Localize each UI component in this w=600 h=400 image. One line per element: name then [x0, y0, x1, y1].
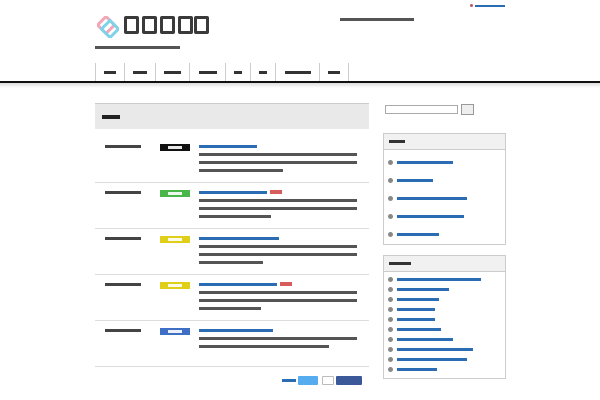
- widget-link[interactable]: [388, 306, 506, 314]
- news-excerpt: [199, 261, 263, 264]
- news-title-link[interactable]: [199, 237, 279, 240]
- widget-link[interactable]: [388, 326, 506, 334]
- news-title-link[interactable]: [199, 283, 277, 286]
- widget-link[interactable]: [388, 296, 506, 304]
- news-excerpt: [199, 207, 357, 210]
- news-excerpt: [199, 291, 357, 294]
- widget-link[interactable]: [388, 231, 506, 239]
- widget-link[interactable]: [388, 346, 506, 354]
- widget-link[interactable]: [388, 177, 506, 185]
- category-badge[interactable]: [160, 282, 190, 289]
- header-note: [340, 18, 414, 21]
- news-date: [105, 329, 141, 332]
- sidebar-widget: [383, 255, 506, 379]
- nav-item[interactable]: [276, 63, 320, 81]
- news-excerpt: [199, 199, 357, 202]
- nav-item[interactable]: [156, 63, 190, 81]
- category-badge[interactable]: [160, 236, 190, 243]
- widget-link[interactable]: [388, 366, 506, 374]
- nav-shadow: [0, 83, 600, 88]
- news-item: [95, 321, 369, 367]
- news-date: [105, 283, 141, 286]
- widget-link[interactable]: [388, 356, 506, 364]
- top-right-link[interactable]: [470, 2, 508, 10]
- logo-icon: [97, 16, 119, 38]
- news-item: [95, 137, 369, 183]
- category-badge[interactable]: [160, 328, 190, 335]
- section-heading-panel: [95, 103, 369, 129]
- site-logo-text[interactable]: [124, 16, 209, 35]
- global-nav: [95, 63, 349, 81]
- nav-item[interactable]: [96, 63, 125, 81]
- nav-item[interactable]: [125, 63, 156, 81]
- widget-heading: [384, 134, 505, 150]
- facebook-like-button[interactable]: [336, 376, 362, 385]
- news-excerpt: [199, 245, 357, 248]
- news-excerpt: [199, 161, 357, 164]
- widget-link[interactable]: [388, 316, 506, 324]
- nav-item[interactable]: [226, 63, 251, 81]
- news-date: [105, 191, 141, 194]
- news-title-link[interactable]: [199, 329, 273, 332]
- sidebar-widget: [383, 133, 506, 245]
- search-button[interactable]: [461, 104, 474, 115]
- widget-link[interactable]: [388, 195, 506, 203]
- nav-item[interactable]: [190, 63, 226, 81]
- bullet-icon: [470, 4, 473, 7]
- widget-link[interactable]: [388, 276, 506, 284]
- news-excerpt: [199, 215, 271, 218]
- widget-link[interactable]: [388, 213, 506, 221]
- twitter-share-button[interactable]: [298, 376, 318, 385]
- news-excerpt: [199, 253, 357, 256]
- news-excerpt: [199, 337, 357, 340]
- widget-heading: [384, 256, 505, 272]
- news-title-link[interactable]: [199, 145, 257, 148]
- news-item: [95, 183, 369, 229]
- news-excerpt: [199, 299, 357, 302]
- widget-link[interactable]: [388, 286, 506, 294]
- news-item: [95, 229, 369, 275]
- widget-link[interactable]: [388, 336, 506, 344]
- news-excerpt: [199, 169, 283, 172]
- news-title-link[interactable]: [199, 191, 267, 194]
- nav-item[interactable]: [320, 63, 349, 81]
- news-date: [105, 237, 141, 240]
- nav-item[interactable]: [251, 63, 276, 81]
- share-label: [282, 379, 296, 382]
- new-badge: [280, 282, 292, 286]
- search-input[interactable]: [385, 105, 458, 114]
- category-badge[interactable]: [160, 144, 190, 151]
- google-plus-share-button[interactable]: [322, 376, 334, 385]
- news-item: [95, 275, 369, 321]
- news-excerpt: [199, 307, 261, 310]
- new-badge: [270, 190, 282, 194]
- category-badge[interactable]: [160, 190, 190, 197]
- share-bar: [270, 376, 370, 386]
- site-tagline: [95, 46, 180, 49]
- news-excerpt: [199, 153, 357, 156]
- widget-link[interactable]: [388, 159, 506, 167]
- news-excerpt: [199, 345, 329, 348]
- news-date: [105, 145, 141, 148]
- top-right-link-label: [475, 5, 505, 7]
